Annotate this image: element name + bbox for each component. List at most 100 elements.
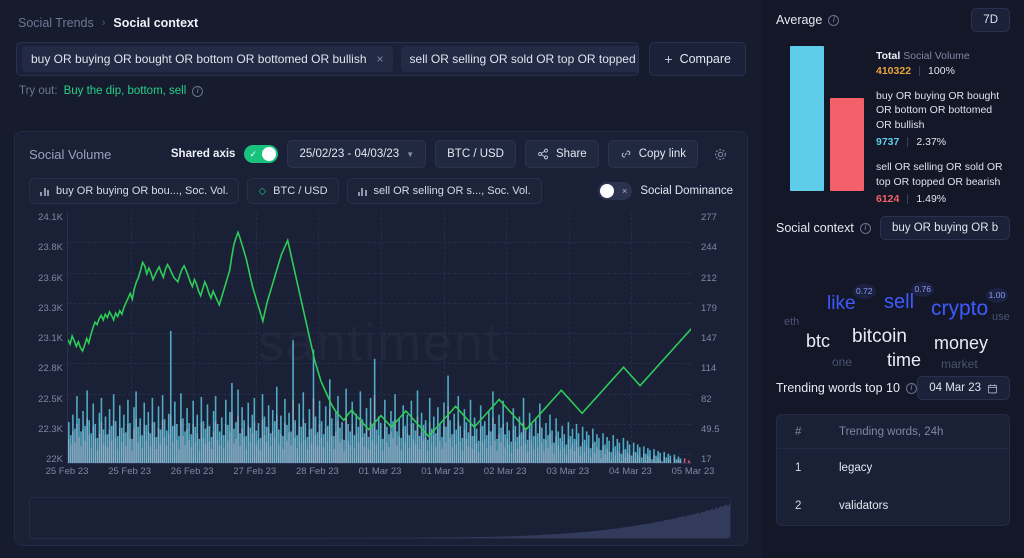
row-word: validators xyxy=(839,500,889,512)
row-index: 1 xyxy=(795,462,802,474)
word-cloud-item[interactable]: crypto 1.00 xyxy=(931,288,1009,319)
panel-title: Social Volume xyxy=(29,146,112,162)
compare-button[interactable]: + Compare xyxy=(649,42,746,76)
row-index: 2 xyxy=(795,500,802,512)
total-label-bold: Total xyxy=(876,50,901,62)
axis-tick-label: 01 Mar 23 xyxy=(421,466,464,477)
shared-axis-label: Shared axis xyxy=(170,148,236,160)
query-chip-buy[interactable]: buy OR buying OR bought OR bottom OR bot… xyxy=(22,46,393,72)
sidebar: Average i 7D Total Social Volume 410322 … xyxy=(762,0,1024,558)
stat-item-sell-value: 6124 xyxy=(876,193,900,206)
info-icon[interactable]: i xyxy=(905,382,917,394)
word-cloud-item[interactable]: btc xyxy=(806,332,830,350)
search-input[interactable]: buy OR buying OR bought OR bottom OR bot… xyxy=(16,42,640,76)
bar-series xyxy=(68,330,682,463)
breadcrumb: Social Trends › Social context xyxy=(0,0,762,30)
word-cloud-item[interactable]: bitcoin xyxy=(852,327,907,346)
check-icon: ✓ xyxy=(249,148,257,159)
axis-tick-label: 82 xyxy=(701,393,712,405)
social-context-selector[interactable]: buy OR buying OR bough xyxy=(880,216,1010,240)
info-icon[interactable]: i xyxy=(192,85,204,97)
stat-item-buy-percent: 2.37% xyxy=(916,136,947,149)
trending-date-selector[interactable]: 04 Mar 23 xyxy=(917,376,1010,400)
total-label-rest: Social Volume xyxy=(903,50,970,62)
chart-plot[interactable]: santiment xyxy=(67,212,691,464)
social-context-title: Social context xyxy=(776,221,854,235)
social-volume-panel: Social Volume Shared axis ✓ 25/02/23 - 0… xyxy=(14,131,748,546)
axis-tick-label: 22.3K xyxy=(38,423,63,435)
close-icon[interactable]: × xyxy=(377,52,384,66)
table-row[interactable]: 1 legacy xyxy=(777,449,1009,487)
chevron-down-icon: ▼ xyxy=(406,149,415,159)
word-cloud-item[interactable]: use xyxy=(992,312,1010,323)
axis-tick-label: 23.1K xyxy=(38,333,63,344)
query-chip-sell[interactable]: sell OR selling OR sold OR top OR topped… xyxy=(400,46,639,72)
app-root: Social Trends › Social context buy OR bu… xyxy=(0,0,1024,558)
total-values: 410322 100% xyxy=(876,65,1010,77)
average-range-label: 7D xyxy=(983,14,998,26)
axis-tick-label: 212 xyxy=(701,272,717,284)
word-cloud-item[interactable]: market xyxy=(941,358,978,370)
trending-header: Trending words top 10 i 04 Mar 23 xyxy=(776,368,1010,408)
axis-tick-label: 244 xyxy=(701,242,717,254)
axis-tick-label: 25 Feb 23 xyxy=(45,466,89,477)
word-cloud-item[interactable]: time xyxy=(887,351,921,369)
average-bar-chart xyxy=(790,46,864,191)
table-row[interactable]: 2 validators xyxy=(777,487,1009,525)
trending-title: Trending words top 10 xyxy=(776,381,900,395)
try-out-link[interactable]: Buy the dip, bottom, sell xyxy=(64,85,187,97)
legend-item-btc[interactable]: ◇ BTC / USD xyxy=(247,178,339,204)
average-title: Average xyxy=(776,13,823,27)
legend-item-buy-label: buy OR buying OR bou..., Soc. Vol. xyxy=(56,185,229,197)
word-cloud-item[interactable]: sell 0.76 xyxy=(884,282,935,312)
gear-icon xyxy=(714,148,726,160)
legend-item-sell-label: sell OR selling OR s..., Soc. Vol. xyxy=(373,185,531,197)
share-button-label: Share xyxy=(556,148,587,160)
average-range-selector[interactable]: 7D xyxy=(971,8,1010,32)
share-button[interactable]: Share xyxy=(525,140,599,168)
y-axis-right: 277 244 212 179 147 114 82 49.5 17 xyxy=(701,212,741,465)
chart-series-svg xyxy=(68,230,691,463)
axis-tick-label: 03 Mar 23 xyxy=(546,466,590,477)
axis-tick-label: 28 Feb 23 xyxy=(295,466,339,477)
axis-tick-label: 27 Feb 23 xyxy=(233,466,277,477)
word-cloud-item[interactable]: eth xyxy=(784,317,799,328)
axis-tick-label: 22.5K xyxy=(38,393,63,405)
axis-tick-label: 277 xyxy=(701,212,717,223)
table-header-row: # Trending words, 24h xyxy=(777,415,1009,449)
word-cloud-item[interactable]: one xyxy=(832,356,852,368)
chart-area: 24.1K 23.8K 23.6K 23.3K 23.1K 22.8K 22.5K 22.3K… xyxy=(15,212,747,492)
column-header-word: Trending words, 24h xyxy=(839,425,944,438)
word-cloud-item[interactable]: money xyxy=(934,334,988,352)
word-cloud-item[interactable]: like 0.72 xyxy=(827,284,876,313)
info-icon[interactable]: i xyxy=(859,222,871,234)
asset-label: BTC / USD xyxy=(447,148,504,160)
legend-item-buy[interactable]: buy OR buying OR bou..., Soc. Vol. xyxy=(29,178,240,204)
asset-selector[interactable]: BTC / USD xyxy=(435,140,516,168)
social-dominance-toggle[interactable]: × xyxy=(598,182,633,200)
main-content: Social Trends › Social context buy OR bu… xyxy=(0,0,762,558)
diamond-icon: ◇ xyxy=(258,185,267,197)
average-bar xyxy=(830,98,864,191)
axis-tick-label: 23.3K xyxy=(38,302,63,314)
total-label: Total Social Volume xyxy=(876,50,1010,62)
settings-button[interactable] xyxy=(707,141,733,167)
stat-item-sell-percent: 1.49% xyxy=(916,193,947,206)
breadcrumb-parent[interactable]: Social Trends xyxy=(18,16,94,30)
column-header-index: # xyxy=(795,425,802,438)
shared-axis-toggle[interactable]: ✓ xyxy=(244,145,279,163)
date-range-selector[interactable]: 25/02/23 - 04/03/23 ▼ xyxy=(287,140,427,168)
average-bar xyxy=(790,46,824,191)
divider xyxy=(907,137,909,148)
word-cloud-score: 0.72 xyxy=(852,284,876,299)
info-icon[interactable]: i xyxy=(828,14,840,26)
social-dominance-control: × Social Dominance xyxy=(598,182,733,200)
axis-tick-label: 01 Mar 23 xyxy=(358,466,402,477)
chart-range-navigator[interactable] xyxy=(29,497,731,539)
panel-toolbar-actions: Shared axis ✓ 25/02/23 - 04/03/23 ▼ BTC … xyxy=(171,140,733,168)
toggle-knob xyxy=(600,184,615,198)
query-chip-sell-label: sell OR selling OR sold OR top OR topped… xyxy=(409,52,639,66)
legend-item-sell[interactable]: sell OR selling OR s..., Soc. Vol. xyxy=(346,178,542,204)
copy-link-button[interactable]: Copy link xyxy=(607,140,698,168)
trending-words-table: # Trending words, 24h 1 legacy 2 validat… xyxy=(776,414,1010,526)
